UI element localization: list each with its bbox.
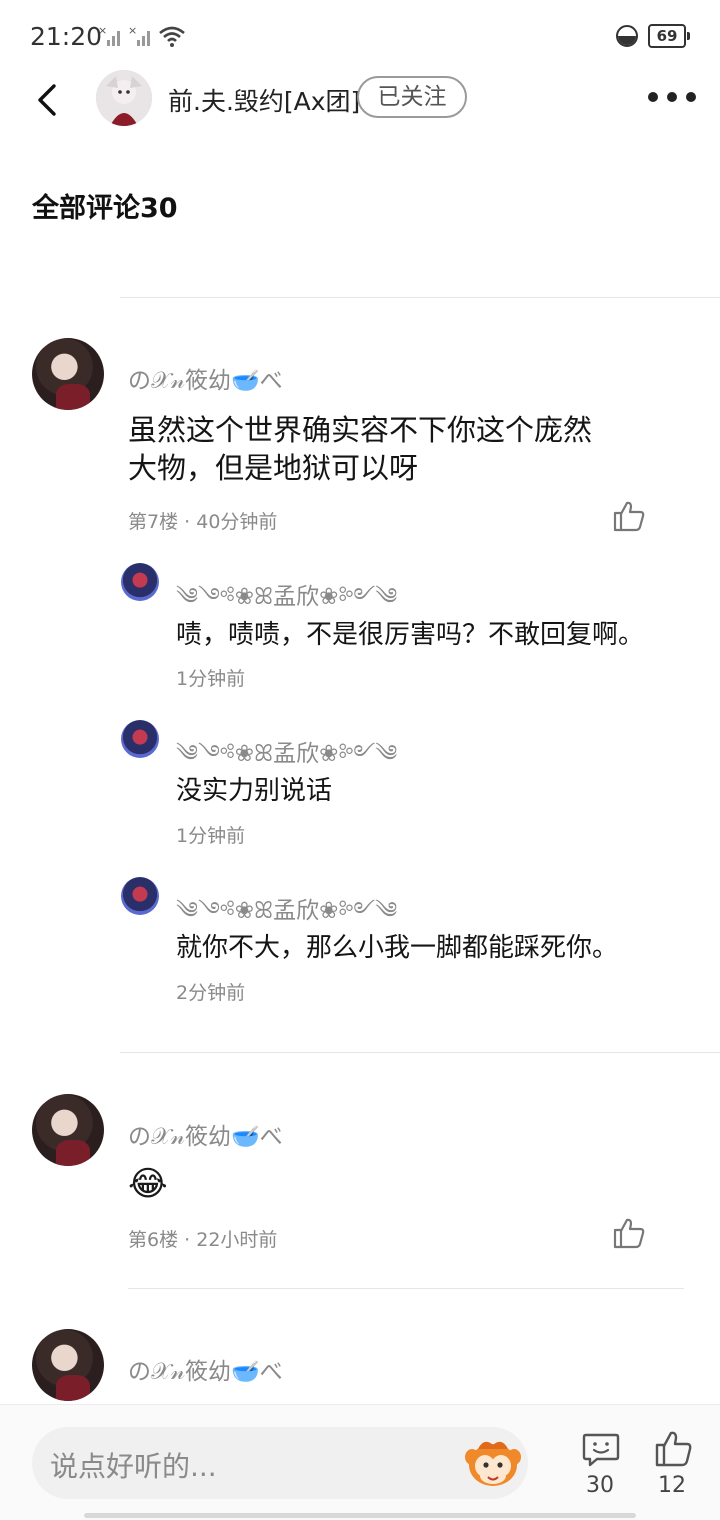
reply-text: 没实力别说话	[176, 776, 333, 806]
comment-meta: 第7楼 · 40分钟前	[128, 507, 277, 534]
commenter-avatar[interactable]	[32, 1094, 104, 1166]
comment-bubble-icon[interactable]	[581, 1429, 621, 1469]
replier-avatar[interactable]	[121, 877, 159, 915]
wifi-icon	[159, 26, 185, 47]
author-name[interactable]: 前.夫.毁约[Ax团]	[168, 82, 360, 118]
reply-time: 1分钟前	[176, 825, 246, 847]
svg-text:×: ×	[128, 24, 137, 37]
reply-text: 就你不大，那么小我一脚都能踩死你。	[176, 933, 619, 963]
divider	[120, 297, 720, 298]
comment-input-placeholder: 说点好听的...	[50, 1450, 217, 1483]
reply-time: 2分钟前	[176, 982, 246, 1004]
svg-text:×: ×	[98, 24, 107, 37]
commenter-avatar[interactable]	[32, 338, 104, 410]
thumbs-up-icon[interactable]	[612, 1217, 646, 1249]
comment-text-line: 大物，但是地狱可以呀	[128, 451, 419, 485]
reply-time: 1分钟前	[176, 668, 246, 690]
floor-label: 第7楼	[128, 511, 179, 533]
status-bar: 21:20 × × 69	[0, 0, 720, 72]
commenter-avatar[interactable]	[32, 1329, 104, 1401]
signal-1-icon: ×	[98, 24, 120, 46]
meta-separator: ·	[184, 1229, 191, 1251]
comment-time: 40分钟前	[196, 511, 278, 533]
back-arrow-icon[interactable]	[30, 80, 66, 120]
battery-indicator: 69	[648, 24, 690, 48]
more-dots-icon[interactable]	[648, 90, 696, 104]
comment-input[interactable]: 说点好听的...	[32, 1427, 528, 1499]
home-indicator[interactable]	[84, 1513, 636, 1518]
thumbs-up-icon[interactable]	[653, 1429, 693, 1469]
commenter-name[interactable]: の𝒳𝓃筱幼🥣べ	[128, 361, 283, 395]
signal-2-icon: ×	[128, 24, 150, 46]
divider	[128, 1288, 684, 1289]
do-not-disturb-icon	[616, 25, 638, 47]
comments-section-title: 全部评论30	[32, 193, 178, 224]
reply-text: 啧，啧啧，不是很厉害吗？不敢回复啊。	[176, 620, 645, 650]
commenter-name[interactable]: の𝒳𝓃筱幼🥣べ	[128, 1352, 283, 1386]
divider	[120, 1052, 720, 1053]
comment-text: 😂	[128, 1164, 168, 1204]
like-count: 12	[658, 1473, 686, 1498]
replier-avatar[interactable]	[121, 563, 159, 601]
comment-time: 22小时前	[196, 1229, 278, 1251]
monkey-mascot-icon[interactable]	[464, 1435, 522, 1489]
comment-text-line: 虽然这个世界确实容不下你这个庞然	[128, 413, 593, 447]
floor-label: 第6楼	[128, 1229, 179, 1251]
thumbs-up-icon[interactable]	[612, 500, 646, 532]
comment-meta: 第6楼 · 22小时前	[128, 1225, 277, 1252]
replier-avatar[interactable]	[121, 720, 159, 758]
bottom-bar: 说点好听的... 30 12	[0, 1404, 720, 1520]
status-time: 21:20	[30, 22, 103, 51]
meta-separator: ·	[184, 511, 191, 533]
commenter-name[interactable]: の𝒳𝓃筱幼🥣べ	[128, 1117, 283, 1151]
author-avatar[interactable]	[96, 70, 152, 126]
comment-count: 30	[586, 1473, 614, 1498]
header-bar: 前.夫.毁约[Ax团] 已关注	[0, 70, 720, 128]
follow-button[interactable]: 已关注	[357, 76, 467, 118]
